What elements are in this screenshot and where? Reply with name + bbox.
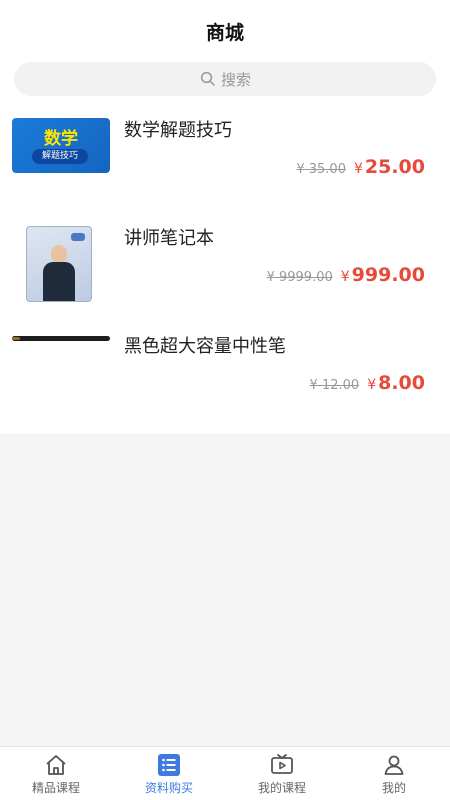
original-price: ¥ 35.00 (296, 162, 346, 177)
product-name[interactable]: 讲师笔记本 (124, 224, 214, 250)
original-price: ¥ 9999.00 (266, 270, 333, 285)
video-icon (271, 754, 293, 774)
product-name[interactable]: 黑色超大容量中性笔 (124, 332, 286, 358)
currency-symbol: ¥ (340, 269, 350, 285)
product-name[interactable]: 数学解题技巧 (124, 116, 232, 142)
lecturer-body (43, 262, 75, 301)
sale-price: 25.00 (364, 156, 425, 178)
search-area: 搜索 (0, 60, 450, 106)
tab-label: 资料购买 (144, 781, 193, 795)
thumbnail-subtitle: 解题技巧 (32, 149, 88, 164)
tab-label: 我的课程 (257, 781, 306, 795)
brand-logo-icon (71, 233, 85, 241)
user-icon (384, 755, 404, 775)
search-icon (200, 71, 215, 86)
product-thumbnail[interactable] (26, 226, 92, 302)
sale-price: 8.00 (378, 372, 425, 394)
product-thumbnail[interactable] (12, 332, 110, 346)
price-group: ¥ 9999.00 ¥ 999.00 (267, 264, 425, 286)
product-thumbnail[interactable]: 数学 解题技巧 (12, 118, 110, 173)
tab-label: 我的 (381, 781, 406, 795)
price-group: ¥ 12.00 ¥ 8.00 (310, 372, 425, 394)
bottom-tab-bar: 精品课程 资料购买 我的课程 我的 (0, 746, 450, 800)
home-icon (46, 755, 66, 775)
tab-label: 精品课程 (31, 781, 80, 795)
lecturer-head (51, 245, 67, 263)
search-input[interactable]: 搜索 (14, 62, 436, 96)
page-title: 商城 (205, 22, 244, 44)
pen-image (12, 336, 110, 341)
currency-symbol: ¥ (353, 161, 363, 177)
header: 商城 (0, 0, 450, 60)
price-group: ¥ 35.00 ¥ 25.00 (296, 156, 425, 178)
tab-my-courses[interactable]: 我的课程 (226, 747, 338, 800)
tab-mine[interactable]: 我的 (338, 747, 450, 800)
list-icon (158, 754, 180, 776)
product-item[interactable]: 讲师笔记本 ¥ 9999.00 ¥ 999.00 (0, 214, 450, 322)
sale-price: 999.00 (351, 264, 425, 286)
search-placeholder: 搜索 (220, 70, 251, 89)
product-list: 数学 解题技巧 数学解题技巧 ¥ 35.00 ¥ 25.00 讲师笔记本 ¥ 9… (0, 106, 450, 434)
original-price: ¥ 12.00 (309, 378, 360, 393)
tab-premium-courses[interactable]: 精品课程 (0, 747, 112, 800)
product-item[interactable]: 黑色超大容量中性笔 ¥ 12.00 ¥ 8.00 (0, 322, 450, 430)
currency-symbol: ¥ (367, 377, 377, 393)
tab-materials-purchase[interactable]: 资料购买 (113, 747, 225, 800)
thumbnail-title: 数学 (44, 129, 78, 149)
product-item[interactable]: 数学 解题技巧 数学解题技巧 ¥ 35.00 ¥ 25.00 (0, 106, 450, 214)
pen-tip (12, 337, 20, 340)
